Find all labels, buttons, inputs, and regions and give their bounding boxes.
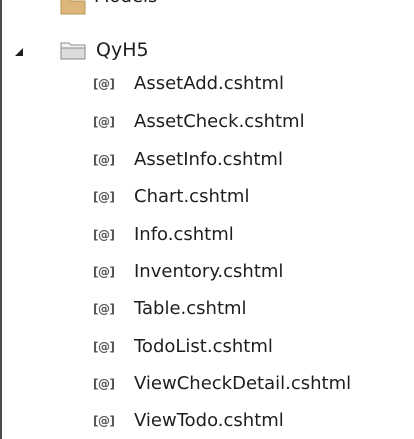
tree-item-label: Models xyxy=(94,0,157,8)
razor-file-icon: [@] xyxy=(93,228,115,242)
file-label: Inventory.cshtml xyxy=(134,261,284,282)
file-label: Chart.cshtml xyxy=(134,186,250,207)
file-label: AssetInfo.cshtml xyxy=(134,149,283,170)
razor-file-icon: [@] xyxy=(93,414,115,428)
tree-item-file[interactable]: [@] TodoList.cshtml xyxy=(0,331,414,363)
razor-file-icon: [@] xyxy=(93,302,115,316)
razor-file-icon: [@] xyxy=(93,153,115,167)
tree-item-file[interactable]: [@] ViewTodo.cshtml xyxy=(0,405,414,437)
folder-icon xyxy=(60,0,86,20)
razor-file-icon: [@] xyxy=(93,115,115,129)
tree-item-partial[interactable]: Models xyxy=(0,0,414,18)
tree-item-file[interactable]: [@] Inventory.cshtml xyxy=(0,256,414,288)
file-label: Table.cshtml xyxy=(134,298,247,319)
razor-file-icon: [@] xyxy=(93,377,115,391)
folder-label: QyH5 xyxy=(96,39,149,61)
tree-item-qyh5-folder[interactable]: QyH5 xyxy=(0,34,414,66)
tree-item-file[interactable]: [@] Info.cshtml xyxy=(0,219,414,251)
razor-file-icon: [@] xyxy=(93,77,115,91)
tree-item-file[interactable]: [@] Table.cshtml xyxy=(0,293,414,325)
expanded-triangle-icon[interactable] xyxy=(12,43,26,57)
razor-file-icon: [@] xyxy=(93,265,115,279)
tree-item-file[interactable]: [@] AssetCheck.cshtml xyxy=(0,106,414,138)
file-label: ViewCheckDetail.cshtml xyxy=(134,373,352,394)
solution-explorer-tree: Models QyH5 [@] AssetAdd.cshtml [@] Asse… xyxy=(0,0,414,439)
folder-icon xyxy=(60,40,86,60)
file-label: Info.cshtml xyxy=(134,224,234,245)
tree-item-file[interactable]: [@] AssetAdd.cshtml xyxy=(0,68,414,100)
razor-file-icon: [@] xyxy=(93,190,115,204)
file-label: ViewTodo.cshtml xyxy=(134,410,284,431)
tree-item-file[interactable]: [@] ViewCheckDetail.cshtml xyxy=(0,368,414,400)
file-label: AssetCheck.cshtml xyxy=(134,111,305,132)
file-label: TodoList.cshtml xyxy=(134,336,273,357)
file-label: AssetAdd.cshtml xyxy=(134,73,285,94)
tree-item-file[interactable]: [@] Chart.cshtml xyxy=(0,181,414,213)
tree-item-file[interactable]: [@] AssetInfo.cshtml xyxy=(0,144,414,176)
razor-file-icon: [@] xyxy=(93,340,115,354)
